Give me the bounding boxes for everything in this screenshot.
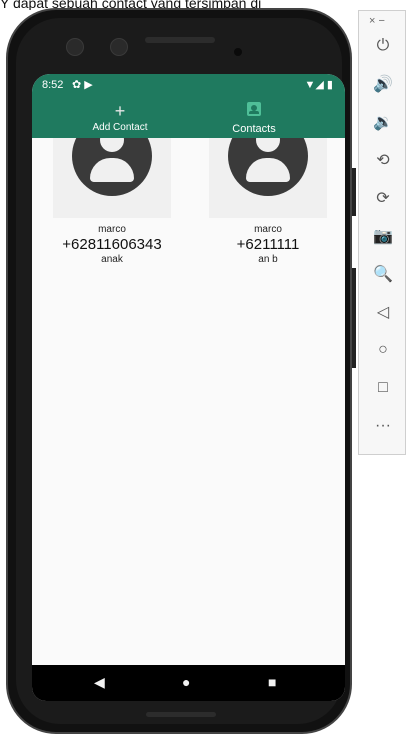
tab-add-contact-label: Add Contact <box>92 122 148 133</box>
front-camera-secondary <box>110 38 128 56</box>
home-button[interactable]: ● <box>182 674 190 690</box>
contact-card[interactable]: marco +6211111 an b <box>198 138 338 288</box>
emulator-toolbar: × − ⏻ 🔊 🔉 ⟲ ⟳ 📷 🔍 ◁ ○ □ ··· <box>358 10 406 455</box>
avatar <box>53 138 171 218</box>
recents-button[interactable]: ■ <box>268 674 276 690</box>
rotate-right-icon[interactable]: ⟳ <box>372 187 394 209</box>
tab-contacts-label: Contacts <box>232 123 276 135</box>
avatar-head <box>100 138 124 152</box>
bottom-speaker <box>146 712 216 717</box>
status-time: 8:52 <box>42 79 64 91</box>
more-icon[interactable]: ··· <box>372 415 394 437</box>
window-controls[interactable]: × − <box>369 15 385 27</box>
power-side-button <box>352 168 356 216</box>
status-left-icons: ✿ ▶ <box>72 79 93 91</box>
avatar-icon <box>228 138 308 196</box>
rotate-left-icon[interactable]: ⟲ <box>372 149 394 171</box>
overview-icon[interactable]: □ <box>372 377 394 399</box>
status-bar: 8:52 ✿ ▶ ▼◢ ▮ <box>32 74 345 96</box>
contact-phone: +6211111 <box>236 236 300 253</box>
contact-name: marco <box>98 224 126 235</box>
contact-name: marco <box>254 224 282 235</box>
phone-screen: 8:52 ✿ ▶ ▼◢ ▮ + Add Contact Contacts mar… <box>32 74 345 701</box>
navigation-bar: ◀ ● ■ <box>32 665 345 701</box>
add-icon: + <box>114 101 126 121</box>
camera-icon[interactable]: 📷 <box>372 225 394 247</box>
tab-contacts[interactable]: Contacts <box>176 96 332 138</box>
zoom-icon[interactable]: 🔍 <box>372 263 394 285</box>
contact-phone: +62811606343 <box>62 236 162 253</box>
tab-add-contact[interactable]: + Add Contact <box>42 96 198 138</box>
back-icon[interactable]: ◁ <box>372 301 394 323</box>
proximity-sensor <box>234 48 242 56</box>
contact-relation: anak <box>101 254 123 265</box>
volume-up-icon[interactable]: 🔊 <box>372 73 394 95</box>
avatar <box>209 138 327 218</box>
contacts-icon <box>247 102 261 116</box>
back-button[interactable]: ◀ <box>94 674 105 691</box>
earpiece-speaker <box>145 37 215 43</box>
avatar-body <box>90 158 134 182</box>
avatar-head <box>256 138 280 152</box>
contact-relation: an b <box>258 254 278 265</box>
avatar-icon <box>72 138 152 196</box>
front-camera <box>66 38 84 56</box>
app-bar: + Add Contact Contacts <box>32 96 345 138</box>
avatar-body <box>246 158 290 182</box>
phone-frame: 8:52 ✿ ▶ ▼◢ ▮ + Add Contact Contacts mar… <box>6 8 352 734</box>
contact-card[interactable]: marco +62811606343 anak <box>42 138 182 288</box>
volume-side-button <box>352 268 356 368</box>
home-icon[interactable]: ○ <box>372 339 394 361</box>
power-icon[interactable]: ⏻ <box>372 35 394 57</box>
volume-down-icon[interactable]: 🔉 <box>372 111 394 133</box>
status-right-icons: ▼◢ ▮ <box>304 79 333 91</box>
